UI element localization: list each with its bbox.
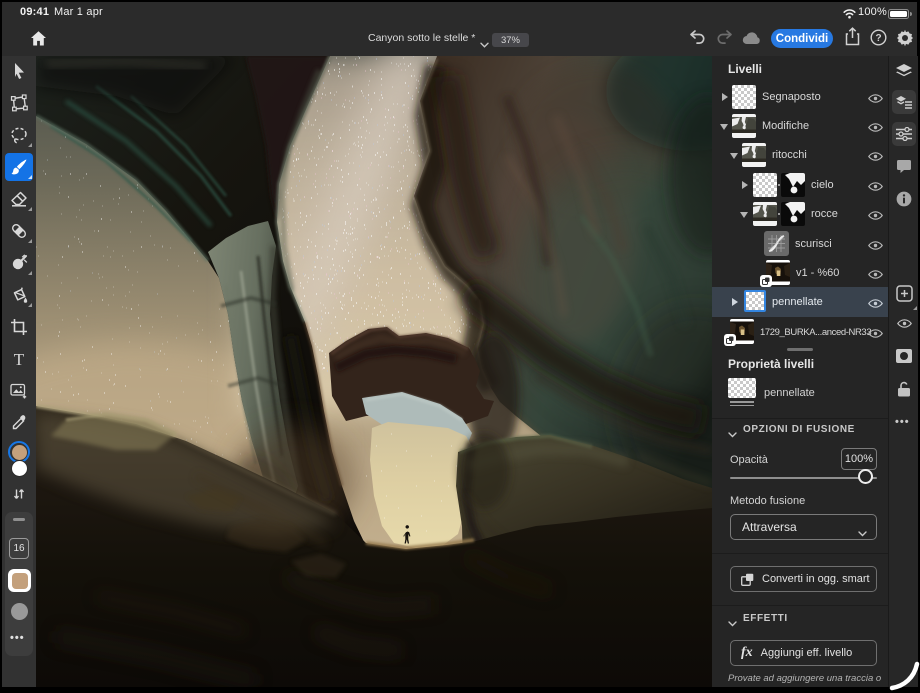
svg-text:T: T [14, 351, 25, 367]
svg-text:?: ? [875, 33, 881, 44]
